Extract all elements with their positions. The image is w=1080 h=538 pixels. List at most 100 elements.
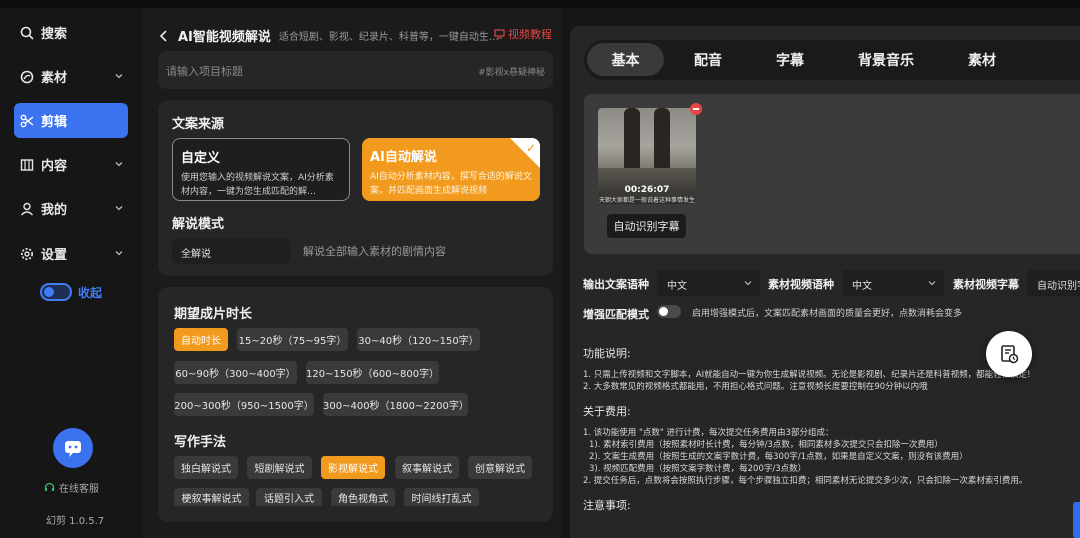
video-thumbnail[interactable]: 00:26:07 天朝大家都是一般说着这种事情发生	[598, 108, 696, 204]
material-icon	[20, 70, 34, 84]
support-link[interactable]: 在线客服	[44, 480, 99, 495]
back-icon[interactable]	[158, 29, 170, 43]
chevron-down-icon	[928, 281, 936, 286]
scissors-icon	[20, 114, 34, 128]
auto-recognize-subtitle-button[interactable]: 自动识别字幕	[607, 214, 686, 238]
version-label: 幻剪 1.0.5.7	[46, 516, 105, 527]
check-icon: ✓	[525, 141, 536, 155]
mode-value: 全解说	[181, 249, 211, 260]
ai-narration-option[interactable]: AI自动解说 AI自动分析素材内容，撰写合适的解说文案，并匹配画面生成解说视频 …	[362, 138, 540, 201]
tab-material[interactable]: 素材	[946, 43, 1018, 76]
support-label: 在线客服	[59, 484, 99, 495]
style-option[interactable]: 角色视角式	[331, 488, 395, 506]
material-sub-label: 素材视频字幕	[953, 278, 1019, 291]
chevron-down-icon	[115, 162, 123, 167]
chevron-down-icon	[115, 74, 123, 79]
sidebar-item-label: 素材	[41, 71, 68, 86]
chat-bot-icon	[65, 441, 81, 457]
document-clock-icon	[1001, 345, 1019, 364]
chevron-down-icon	[744, 281, 752, 286]
remove-video-button[interactable]	[690, 103, 702, 115]
info-line: 1. 该功能使用 "点数" 进行计费，每次提交任务费用由3部分组成：	[583, 428, 834, 438]
mode-heading: 解说模式	[172, 217, 225, 232]
select-value: 中文	[667, 281, 687, 292]
page-subtitle: 适合短剧、影视、纪录片、科普等，一键自动生…	[278, 32, 499, 43]
info-line: 2. 大多数常见的视频格式都能用，不用担心格式问题。注意视频长度要控制在90分钟…	[583, 382, 928, 392]
info-line: 1). 素材索引费用（按照素材时长计费，每分钟/3点数，相同素材多次提交只会扣除…	[589, 440, 943, 450]
search-icon	[20, 26, 34, 40]
scroll-indicator[interactable]	[1073, 502, 1080, 538]
fee-title: 关于费用:	[583, 405, 631, 418]
gear-icon	[20, 247, 34, 261]
select-value: 自动识别字	[1037, 281, 1080, 292]
material-sub-select[interactable]: 自动识别字	[1027, 270, 1080, 296]
chevron-down-icon	[115, 251, 123, 256]
window-top-bar	[0, 0, 1080, 8]
sidebar-item-label: 搜索	[41, 27, 68, 42]
style-option[interactable]: 时间线打乱式	[404, 488, 479, 506]
style-option[interactable]: 梗叙事解说式	[174, 488, 249, 506]
duration-option[interactable]: 300~400秒（1800~2200字）	[323, 393, 469, 416]
page-title: AI智能视频解说	[178, 30, 271, 45]
collapse-toggle[interactable]: 收起	[40, 283, 102, 301]
sidebar-item-mine[interactable]: 我的	[14, 191, 128, 226]
style-option[interactable]: 话题引入式	[256, 488, 322, 506]
collapse-label: 收起	[78, 285, 103, 300]
duration-option[interactable]: 60~90秒（300~400字）	[174, 361, 297, 384]
mode-select[interactable]: 全解说	[172, 238, 290, 264]
chevron-down-icon	[115, 206, 123, 211]
option-title: AI自动解说	[370, 150, 437, 165]
sidebar-item-label: 我的	[41, 203, 68, 218]
sidebar-item-content[interactable]: 内容	[14, 147, 128, 182]
duration-option[interactable]: 200~300秒（950~1500字）	[174, 393, 314, 416]
duration-option[interactable]: 120~150秒（600~800字）	[306, 361, 439, 384]
sidebar-item-material[interactable]: 素材	[14, 59, 128, 94]
duration-option[interactable]: 自动时长	[174, 328, 228, 351]
tab-voice[interactable]: 配音	[672, 43, 744, 76]
notes-title: 注意事项:	[583, 499, 631, 512]
tab-bgm[interactable]: 背景音乐	[846, 43, 926, 76]
style-option[interactable]: 短剧解说式	[247, 456, 312, 479]
video-tutorial-link[interactable]: 视频教程	[494, 26, 552, 42]
style-option[interactable]: 独白解说式	[174, 456, 238, 479]
title-tag: #影视x悬疑神秘	[478, 68, 545, 78]
sidebar-item-settings[interactable]: 设置	[14, 236, 128, 271]
sidebar-item-label: 内容	[41, 159, 68, 174]
style-heading: 写作手法	[174, 435, 227, 450]
info-line: 3). 视频匹配费用（按照文案字数计费，每200字/3点数）	[589, 464, 807, 474]
sidebar-item-search[interactable]: 搜索	[14, 15, 128, 50]
sidebar-item-edit[interactable]: 剪辑	[14, 103, 128, 138]
option-desc: AI自动分析素材内容，撰写合适的解说文案，并匹配画面生成解说视频	[370, 172, 532, 196]
option-title: 自定义	[181, 151, 221, 166]
tab-subtitle[interactable]: 字幕	[754, 43, 826, 76]
enhance-mode-switch[interactable]	[657, 305, 681, 318]
style-option[interactable]: 叙事解说式	[395, 456, 459, 479]
duration-option[interactable]: 15~20秒（75~95字）	[237, 328, 348, 351]
custom-copy-option[interactable]: 自定义 使用您输入的视频解说文案，AI分析素材内容，一键为您生成匹配的解…	[172, 138, 350, 201]
mode-description: 解说全部输入素材的剧情内容	[303, 245, 446, 258]
sidebar-item-label: 设置	[41, 248, 68, 263]
option-desc: 使用您输入的视频解说文案，AI分析素材内容，一键为您生成匹配的解…	[181, 173, 334, 197]
output-lang-label: 输出文案语种	[583, 278, 649, 291]
material-lang-select[interactable]: 中文	[842, 270, 944, 296]
style-option[interactable]: 影视解说式	[321, 456, 385, 479]
support-chat-button[interactable]	[53, 428, 93, 468]
select-value: 中文	[852, 281, 872, 292]
panel-header: AI智能视频解说 适合短剧、影视、纪录片、科普等，一键自动生…	[158, 26, 499, 45]
title-placeholder: 请输入项目标题	[166, 65, 243, 78]
monitor-icon	[494, 29, 505, 39]
output-lang-select[interactable]: 中文	[657, 270, 760, 296]
collapse-switch[interactable]	[40, 283, 72, 301]
duration-heading: 期望成片时长	[174, 307, 253, 322]
sidebar-item-label: 剪辑	[41, 115, 68, 130]
material-lang-label: 素材视频语种	[768, 278, 834, 291]
tutorial-label: 视频教程	[508, 28, 552, 41]
info-line: 2. 提交任务后，点数将会按照执行步骤，每个步骤独立扣费；相同素材无论提交多少次…	[583, 476, 1028, 486]
book-icon	[20, 158, 34, 172]
task-history-button[interactable]	[986, 331, 1032, 377]
project-title-input[interactable]: 请输入项目标题 #影视x悬疑神秘	[158, 51, 553, 89]
thumb-figure	[654, 108, 670, 174]
tab-basic[interactable]: 基本	[587, 43, 664, 76]
style-option[interactable]: 创意解说式	[468, 456, 532, 479]
duration-option[interactable]: 30~40秒（120~150字）	[357, 328, 480, 351]
